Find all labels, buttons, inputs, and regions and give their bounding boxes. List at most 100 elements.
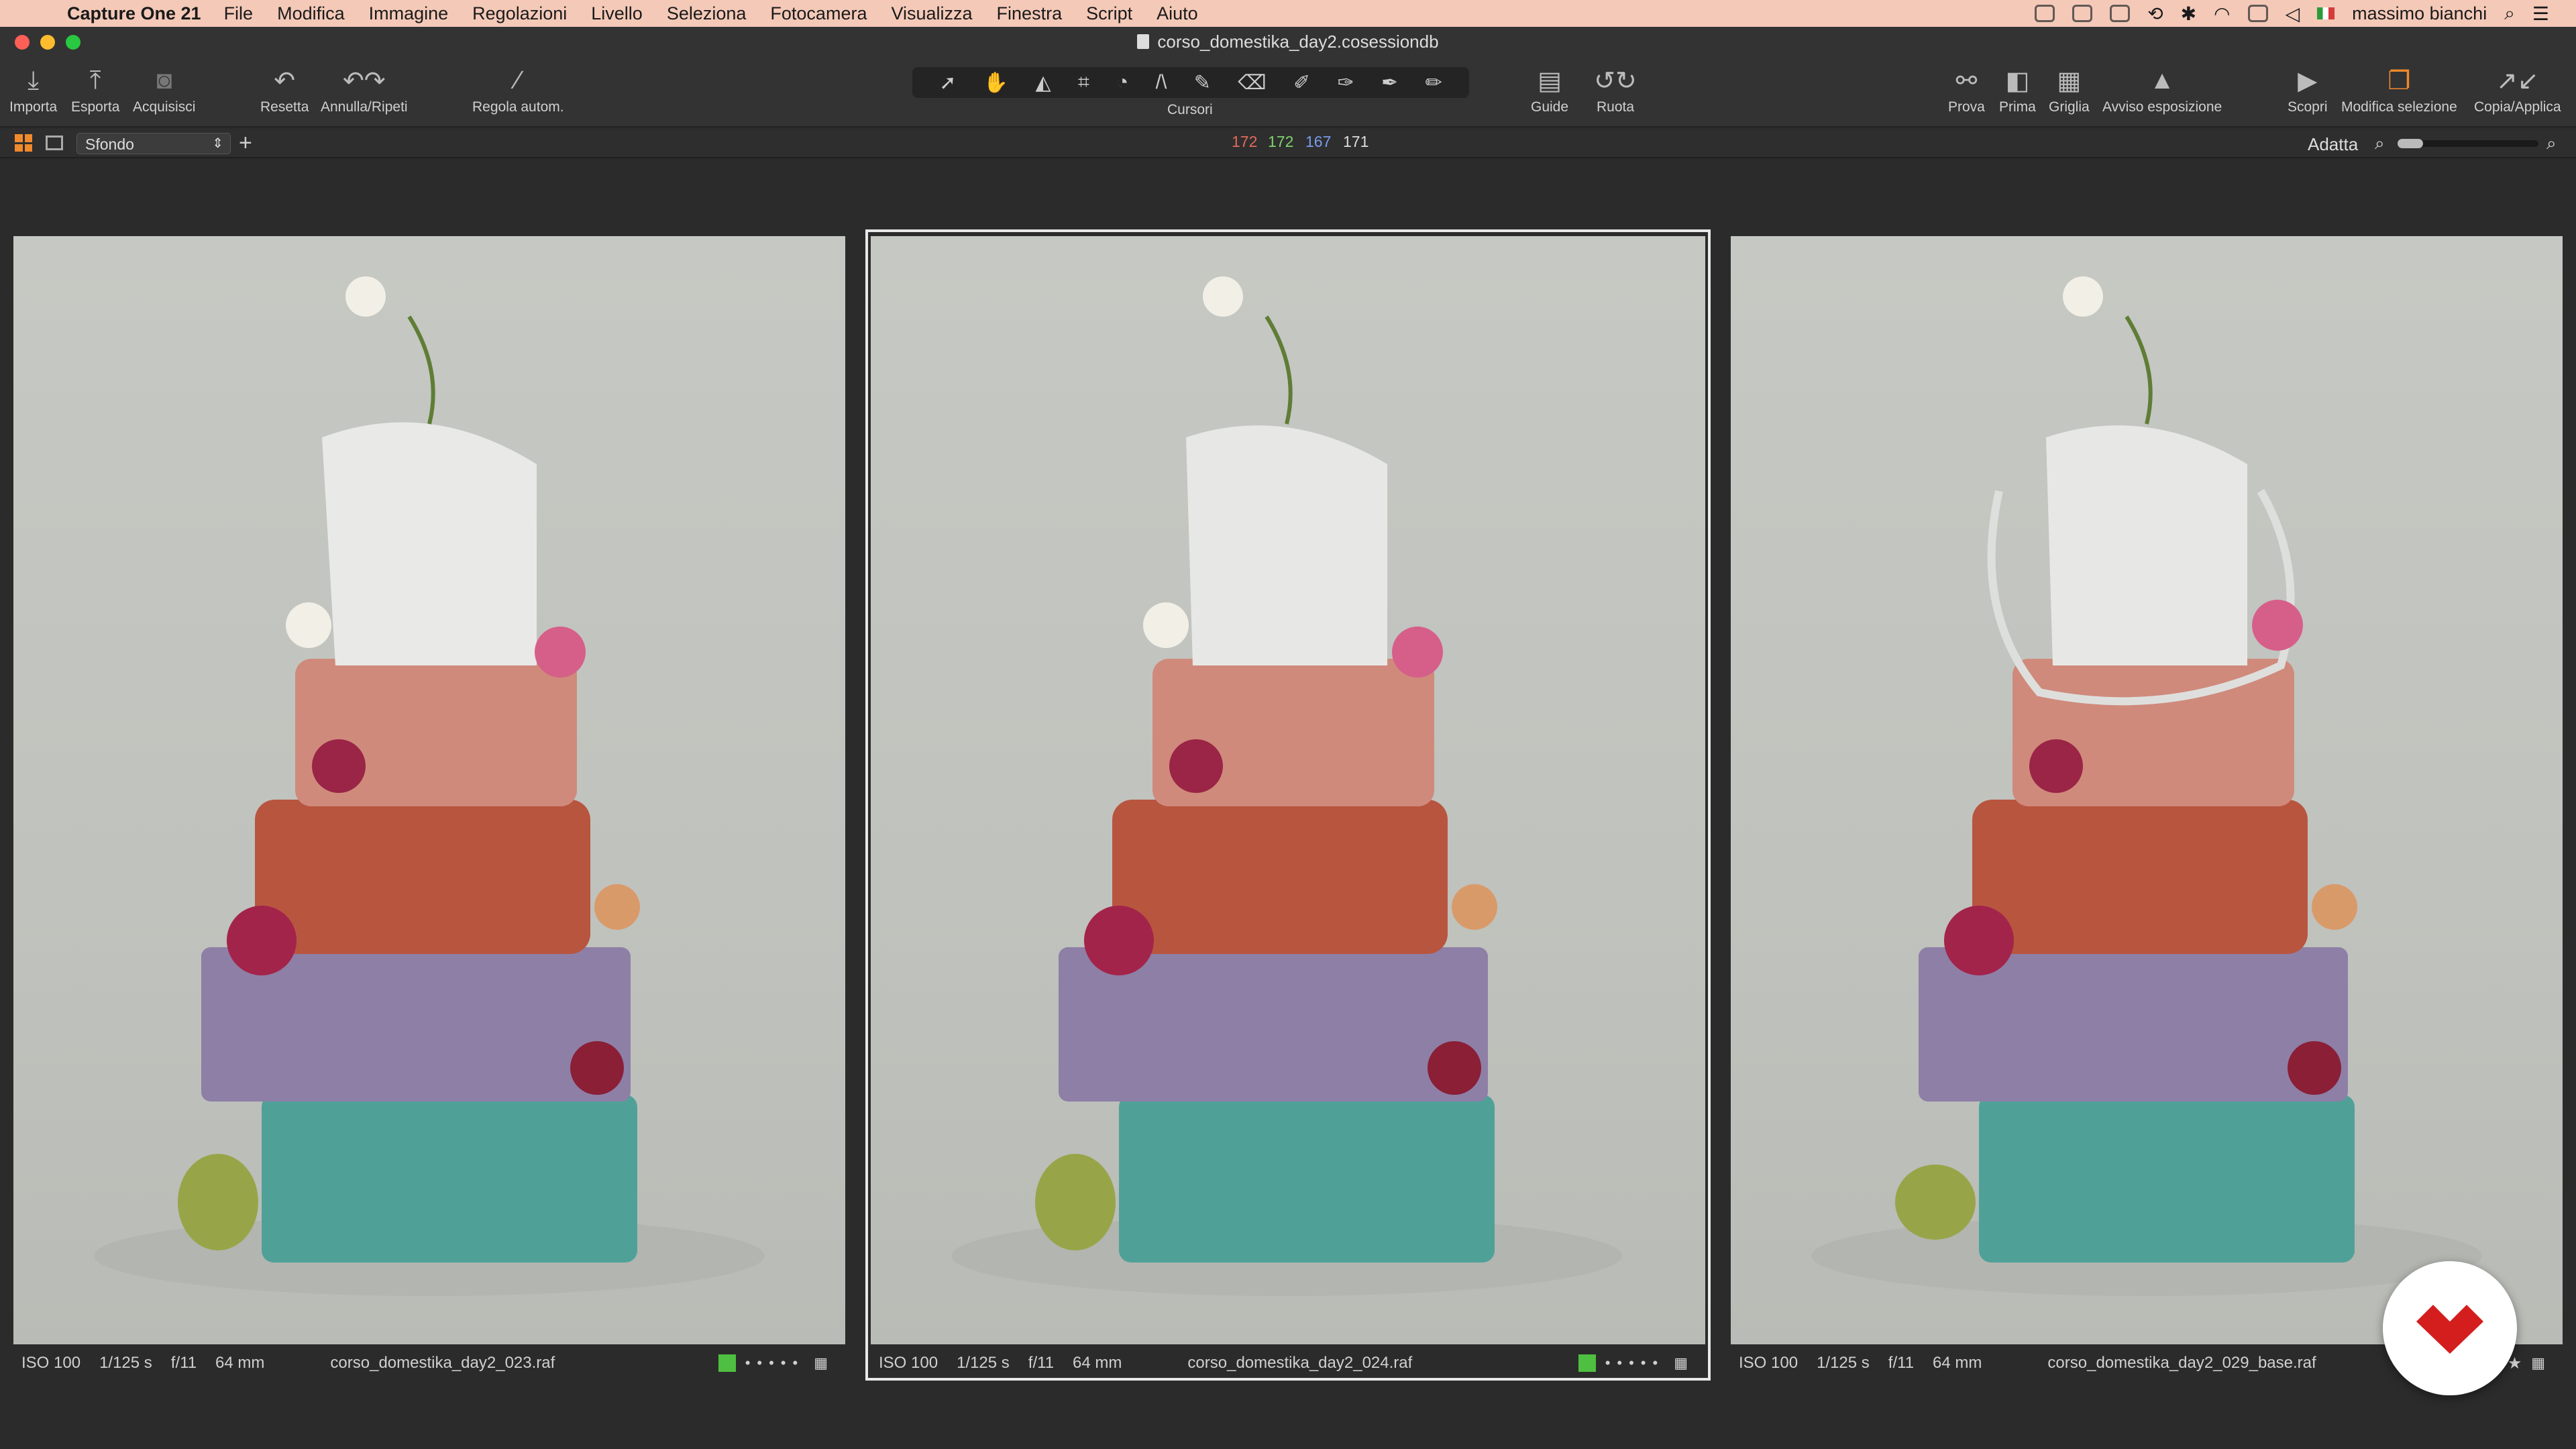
guides-button[interactable]: ▤ Guide [1531,66,1568,115]
window-controls [15,35,80,50]
window-title: corso_domestika_day2.cosessiondb [1157,31,1439,52]
rotate-cursor-icon[interactable]: ◔ [1116,71,1128,94]
grid-icon: ▦ [2057,66,2082,95]
status-icon-1[interactable] [2035,5,2055,22]
minimize-window-button[interactable] [40,35,55,50]
color-tag-green[interactable] [718,1354,736,1372]
clock-icon[interactable]: ⟲ [2147,3,2163,25]
guides-icon: ▤ [1538,66,1562,95]
focal-value: 64 mm [215,1354,265,1372]
reset-icon: ↶ [274,66,296,95]
copy-apply-button[interactable]: ↗↙ Copia/Applica [2474,66,2561,115]
variant-icon[interactable]: ▦ [814,1354,828,1372]
zoom-fit-label[interactable]: Adatta [2308,134,2358,155]
zoom-window-button[interactable] [66,35,80,50]
crop-cursor-icon[interactable]: ⌗ [1078,71,1089,94]
before-after-icon: ◧ [2005,66,2030,95]
reset-button[interactable]: ↶ Resetta [260,66,309,115]
menu-fotocamera[interactable]: Fotocamera [770,3,867,24]
photo-image[interactable] [13,236,845,1344]
menu-script[interactable]: Script [1086,3,1132,24]
glasses-icon: ⚯ [1955,66,1978,95]
menu-aiuto[interactable]: Aiuto [1157,3,1198,24]
brush-cursor-icon[interactable]: ✎ [1194,71,1211,95]
rating-dots[interactable]: ••••• [1605,1354,1665,1372]
focal-value: 64 mm [1933,1354,1982,1372]
still-life-stack-image [951,276,1622,1296]
picker-cursor-icon[interactable]: ✒ [1381,71,1398,95]
domestika-logo-badge [2383,1261,2517,1395]
focal-value: 64 mm [1073,1354,1122,1372]
single-view-icon[interactable] [46,136,63,150]
spotlight-search-icon[interactable]: ⌕ [2504,3,2515,25]
photo-image[interactable] [871,236,1705,1344]
add-layer-icon[interactable]: + [239,130,252,156]
user-name[interactable]: massimo bianchi [2352,3,2487,24]
menu-seleziona[interactable]: Seleziona [667,3,747,24]
bluetooth-icon[interactable]: ✱ [2181,3,2196,25]
grid-button[interactable]: ▦ Griglia [2049,66,2090,115]
dropdown-arrows-icon: ⇕ [212,136,223,151]
import-button[interactable]: ⤓ Importa [9,66,57,115]
discover-icon: ▶ [2298,66,2318,95]
status-icon-3[interactable] [2110,5,2131,22]
zoom-out-icon[interactable]: ⌕ [2375,133,2385,154]
pan-cursor-icon[interactable]: ✋ [983,71,1008,95]
image-viewer: ISO 100 1/125 s f/11 64 mm corso_domesti… [0,160,2576,1449]
straighten-cursor-icon[interactable]: ◭ [1035,71,1051,95]
export-button[interactable]: ⤒ Esporta [71,66,119,115]
annotate-cursor-icon[interactable]: ✏ [1426,71,1442,95]
rgb-red-value: 172 [1232,133,1258,150]
multi-view-icon[interactable] [15,134,32,152]
color-tag-green[interactable] [1578,1354,1596,1372]
status-icon-2[interactable] [2072,5,2093,22]
mac-menu-bar: Capture One 21 File Modifica Immagine Re… [0,0,2576,27]
rotate-icon: ↺↻ [1594,66,1637,95]
rating-dots[interactable]: ••••• [745,1354,805,1372]
menu-modifica[interactable]: Modifica [277,3,345,24]
exposure-warning-button[interactable]: ▲ Avviso esposizione [2102,66,2222,115]
shutter-value: 1/125 s [957,1354,1010,1372]
flag-it-icon[interactable] [2317,7,2335,19]
layer-dropdown[interactable]: Sfondo ⇕ [76,133,231,154]
close-window-button[interactable] [15,35,30,50]
discover-button[interactable]: ▶ Scopri [2288,66,2328,115]
still-life-stack-image [94,276,765,1296]
window-title-bar: corso_domestika_day2.cosessiondb [0,27,2576,56]
keystone-cursor-icon[interactable]: /\ [1156,71,1167,94]
photo-image[interactable] [1731,236,2563,1344]
filename: corso_domestika_day2_024.raf [1187,1354,1413,1372]
shutter-value: 1/125 s [99,1354,152,1372]
luminance-value: 171 [1343,133,1369,150]
menu-immagine[interactable]: Immagine [369,3,449,24]
control-center-icon[interactable]: ☰ [2532,3,2549,25]
undo-redo-button[interactable]: ↶↷ Annulla/Ripeti [321,66,408,115]
menu-regolazioni[interactable]: Regolazioni [472,3,567,24]
gradient-cursor-icon[interactable]: ✐ [1293,71,1310,95]
app-menu[interactable]: Capture One 21 [67,3,201,24]
camera-icon: ◙ [156,66,172,95]
eraser-cursor-icon[interactable]: ⌫ [1238,71,1266,95]
select-cursor-icon[interactable]: ➚ [939,71,956,95]
volume-icon[interactable]: ◁ [2286,3,2300,25]
variant-icon[interactable]: ▦ [2531,1354,2545,1372]
menu-visualizza[interactable]: Visualizza [891,3,972,24]
capture-button[interactable]: ◙ Acquisisci [133,66,195,115]
heal-cursor-icon[interactable]: ✑ [1338,71,1354,95]
variant-icon[interactable]: ▦ [1674,1354,1688,1372]
zoom-slider-handle[interactable] [2398,139,2423,148]
proof-button[interactable]: ⚯ Prova [1948,66,1985,115]
wifi-icon[interactable]: ◠ [2214,3,2230,25]
menu-file[interactable]: File [224,3,254,24]
before-button[interactable]: ◧ Prima [1999,66,2036,115]
rgb-blue-value: 167 [1305,133,1332,150]
iso-value: ISO 100 [1739,1354,1799,1372]
edit-selection-button[interactable]: ❐ Modifica selezione [2341,66,2457,115]
rotate-button[interactable]: ↺↻ Ruota [1594,66,1637,115]
menu-livello[interactable]: Livello [591,3,643,24]
zoom-slider[interactable] [2398,139,2538,148]
zoom-in-icon[interactable]: ⌕ [2546,133,2557,154]
auto-adjust-button[interactable]: ⁄ Regola autom. [472,66,564,115]
menu-finestra[interactable]: Finestra [997,3,1063,24]
airplay-icon[interactable] [2247,5,2268,22]
